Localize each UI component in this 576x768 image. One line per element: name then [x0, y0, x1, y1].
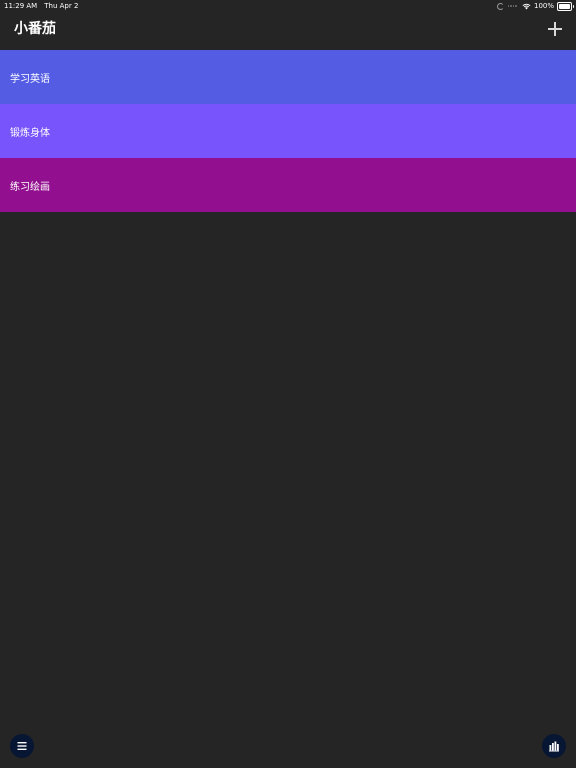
- menu-icon: [17, 742, 27, 750]
- task-list: 学习英语 锻炼身体 练习绘画: [0, 50, 576, 212]
- sync-icon: [496, 2, 504, 10]
- cellular-icon: [507, 5, 517, 7]
- plus-icon: [548, 22, 562, 36]
- menu-button[interactable]: [10, 734, 34, 758]
- statistics-button[interactable]: [542, 734, 566, 758]
- task-label: 练习绘画: [10, 181, 50, 193]
- task-row[interactable]: 学习英语: [0, 50, 576, 104]
- wifi-icon: [522, 3, 531, 9]
- battery-percent: 100%: [533, 2, 554, 10]
- status-bar: 11:29 AM Thu Apr 2 100%: [0, 0, 576, 12]
- battery-icon: [557, 1, 574, 11]
- add-task-button[interactable]: [546, 20, 564, 38]
- page-title: 小番茄: [14, 21, 56, 37]
- status-date: Thu Apr 2: [44, 2, 79, 10]
- task-row[interactable]: 锻炼身体: [0, 104, 576, 158]
- status-right: 100%: [496, 0, 574, 12]
- status-time: 11:29 AM: [4, 2, 38, 10]
- nav-bar: 小番茄: [0, 12, 576, 50]
- task-row[interactable]: 练习绘画: [0, 158, 576, 212]
- bar-chart-icon: [549, 741, 559, 752]
- task-label: 锻炼身体: [10, 127, 50, 139]
- app-screen: 11:29 AM Thu Apr 2 100% 小番茄 学习英语 锻炼身体 练习…: [0, 0, 576, 768]
- task-label: 学习英语: [10, 73, 50, 85]
- status-left: 11:29 AM Thu Apr 2: [4, 0, 78, 12]
